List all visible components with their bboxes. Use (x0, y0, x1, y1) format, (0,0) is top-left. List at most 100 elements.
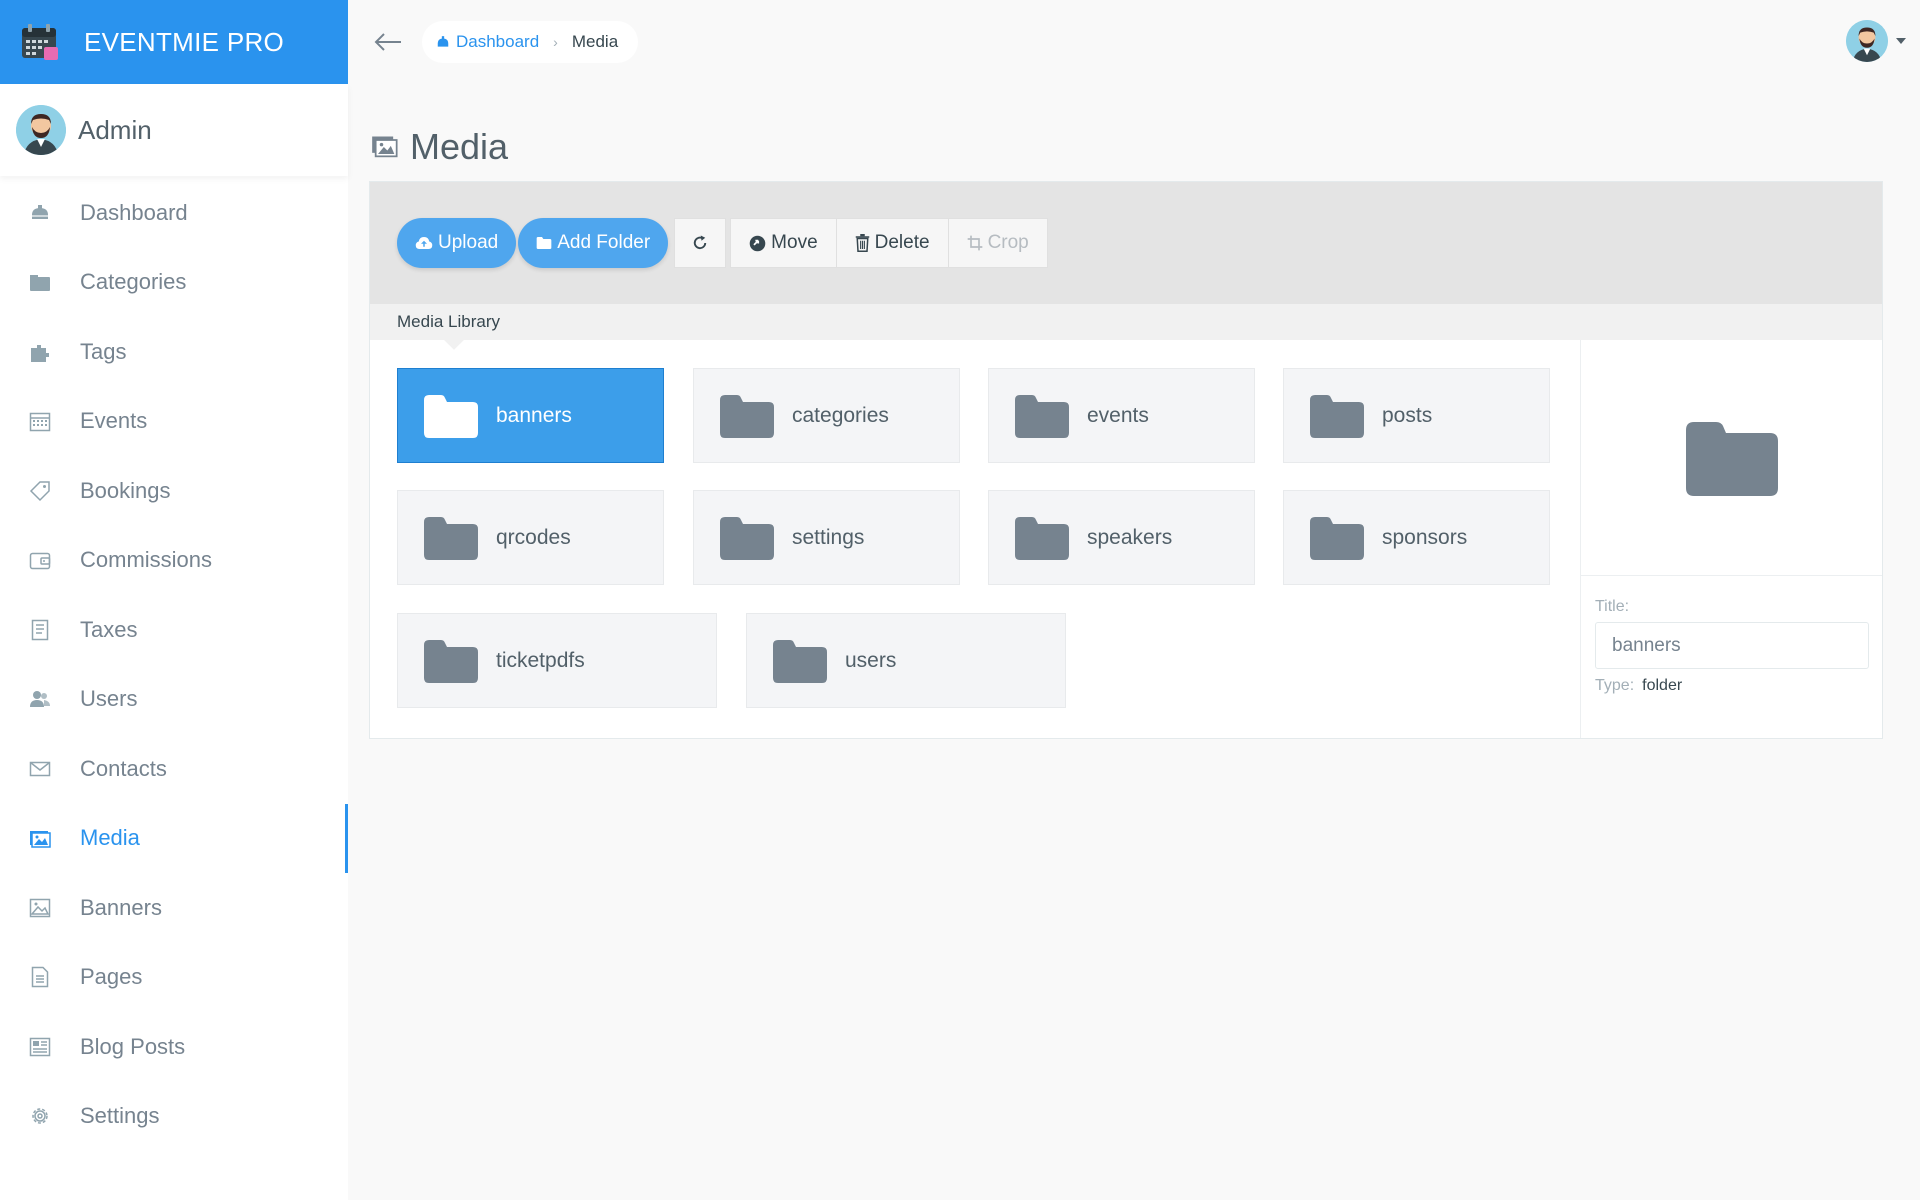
folder-icon (1310, 516, 1364, 560)
sidebar-item-taxes[interactable]: Taxes (0, 595, 348, 665)
trash-icon (855, 234, 869, 252)
folder-tile[interactable]: settings (693, 490, 960, 585)
move-button[interactable]: Move (730, 218, 837, 268)
add-folder-label: Add Folder (557, 232, 651, 253)
folder-icon (773, 639, 827, 683)
folder-icon (536, 237, 552, 249)
media-panel: Upload Add Folder Move Delete Crop Media… (369, 181, 1883, 739)
sidebar-item-categories[interactable]: Categories (0, 248, 348, 318)
refresh-icon (693, 235, 707, 249)
folder-name: sponsors (1382, 525, 1468, 549)
move-label: Move (771, 232, 818, 253)
folder-icon (1015, 394, 1069, 438)
delete-button[interactable]: Delete (835, 218, 949, 268)
crop-label: Crop (987, 232, 1029, 253)
sidebar-item-label: Users (80, 686, 138, 712)
gear-icon (26, 1102, 54, 1130)
folder-tile[interactable]: sponsors (1283, 490, 1550, 585)
chevron-down-icon (1896, 38, 1906, 44)
type-label: Type: (1595, 677, 1635, 694)
crop-button[interactable]: Crop (947, 218, 1048, 268)
folder-tile[interactable]: qrcodes (397, 490, 664, 585)
add-folder-button[interactable]: Add Folder (518, 218, 669, 268)
sidebar-item-settings[interactable]: Settings (0, 1082, 348, 1152)
folder-tile[interactable]: ticketpdfs (397, 613, 717, 708)
sidebar: EVENTMIE PRO Admin Dashboard Categories … (0, 0, 348, 1200)
folder-name: banners (496, 403, 572, 427)
back-button[interactable] (368, 22, 408, 62)
breadcrumb-current: Media (571, 32, 619, 51)
delete-label: Delete (874, 232, 930, 253)
folder-tile[interactable]: posts (1283, 368, 1550, 463)
folder-tile[interactable]: users (746, 613, 1066, 708)
sidebar-item-label: Contacts (80, 755, 167, 781)
user-avatar-icon (1846, 20, 1888, 62)
sidebar-item-users[interactable]: Users (0, 665, 348, 735)
sidebar-item-label: Banners (80, 894, 162, 920)
title-input[interactable] (1595, 622, 1869, 669)
folder-name: speakers (1087, 525, 1173, 549)
users-icon (26, 685, 54, 713)
sidebar-menu: Dashboard Categories Tags Events Booking… (0, 176, 348, 1151)
sidebar-profile[interactable]: Admin (0, 84, 348, 176)
dashboard-icon (26, 199, 54, 227)
folder-icon (1310, 394, 1364, 438)
folder-tile[interactable]: categories (693, 368, 960, 463)
folder-name: users (845, 648, 897, 672)
sidebar-item-events[interactable]: Events (0, 387, 348, 457)
sidebar-item-label: Commissions (80, 547, 213, 573)
sidebar-item-label: Categories (80, 269, 187, 295)
page-icon (26, 963, 54, 991)
sidebar-item-label: Bookings (80, 477, 171, 503)
media-library-label: Media Library (397, 312, 500, 331)
move-icon (749, 235, 766, 251)
wallet-icon (26, 546, 54, 574)
folder-icon (720, 516, 774, 560)
sidebar-item-bookings[interactable]: Bookings (0, 456, 348, 526)
type-row: Type: folder (1595, 677, 1882, 695)
folder-name: categories (792, 403, 889, 427)
sidebar-item-tags[interactable]: Tags (0, 317, 348, 387)
tags-icon (26, 338, 54, 366)
folder-name: events (1087, 403, 1149, 427)
type-value: folder (1642, 677, 1683, 694)
page-title-text: Media (410, 126, 509, 167)
sidebar-item-media[interactable]: Media (0, 803, 348, 874)
sidebar-item-commissions[interactable]: Commissions (0, 526, 348, 596)
refresh-button[interactable] (674, 218, 727, 268)
brand-header[interactable]: EVENTMIE PRO (0, 0, 348, 84)
breadcrumb-home-label: Dashboard (456, 32, 540, 51)
folder-icon (424, 639, 478, 683)
title-label: Title: (1595, 598, 1630, 615)
sidebar-item-pages[interactable]: Pages (0, 943, 348, 1013)
breadcrumb-home-link[interactable]: Dashboard (436, 32, 539, 52)
folder-icon (424, 516, 478, 560)
sidebar-item-label: Pages (80, 964, 143, 990)
images-icon (372, 136, 398, 158)
folder-tile[interactable]: events (988, 368, 1255, 463)
sidebar-item-dashboard[interactable]: Dashboard (0, 178, 348, 248)
upload-button[interactable]: Upload (397, 218, 517, 268)
sidebar-item-label: Events (80, 408, 148, 434)
image-icon (26, 894, 54, 922)
folder-icon (424, 394, 478, 438)
crop-icon (967, 235, 982, 251)
page-title: Media (370, 126, 508, 168)
sidebar-item-contacts[interactable]: Contacts (0, 734, 348, 804)
sidebar-item-banners[interactable]: Banners (0, 873, 348, 943)
media-content: banners categories events posts qrcodes setti… (370, 340, 1882, 738)
arrow-left-icon (374, 33, 401, 51)
user-menu[interactable] (1846, 20, 1906, 62)
upload-label: Upload (438, 232, 499, 253)
user-avatar-icon (16, 105, 66, 155)
folder-name: ticketpdfs (496, 648, 585, 672)
folder-tile[interactable]: speakers (988, 490, 1255, 585)
sidebar-item-label: Taxes (80, 616, 138, 642)
document-icon (26, 616, 54, 644)
details-pane: Title: Type: folder (1580, 340, 1882, 738)
folder-tile[interactable]: banners (397, 368, 664, 463)
ticket-icon (26, 477, 54, 505)
sidebar-item-blog-posts[interactable]: Blog Posts (0, 1012, 348, 1082)
envelope-icon (26, 755, 54, 783)
brand-name: EVENTMIE PRO (84, 26, 285, 57)
